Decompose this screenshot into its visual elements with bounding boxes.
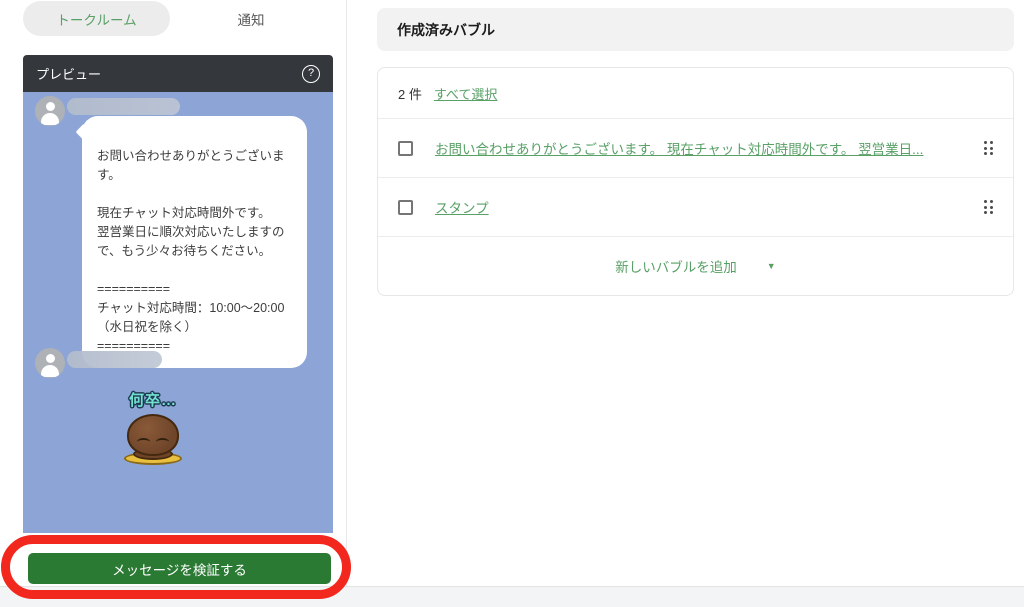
bubble-row: スタンプ <box>378 177 1013 236</box>
tab-notification[interactable]: 通知 <box>190 1 312 36</box>
tab-talk-room[interactable]: トークルーム <box>23 1 170 36</box>
user-icon-body <box>41 113 59 125</box>
bottom-strip <box>0 586 1024 607</box>
created-bubbles-header: 作成済みバブル <box>377 8 1014 51</box>
tab-notification-label: 通知 <box>237 12 265 28</box>
preview-title: プレビュー <box>36 67 102 82</box>
add-bubble-row: 新しいバブルを追加 ▼ <box>378 236 1013 295</box>
preview-header: プレビュー ? <box>23 55 333 92</box>
blurred-account-name <box>67 351 162 368</box>
sticker-character-icon <box>124 414 182 466</box>
drag-handle-icon[interactable] <box>984 141 993 155</box>
sticker-message: 何卒… <box>97 389 209 466</box>
user-icon <box>45 102 55 111</box>
bubble-tail <box>75 123 93 141</box>
bubble-checkbox[interactable] <box>398 199 413 215</box>
sticker-head <box>127 414 179 456</box>
avatar <box>35 348 65 378</box>
chat-preview-area: お問い合わせありがとうございます。 現在チャット対応時間外です。 翌営業日に順次… <box>23 92 333 533</box>
drag-handle-icon[interactable] <box>984 200 993 214</box>
help-icon[interactable]: ? <box>302 64 320 83</box>
bubble-link[interactable]: スタンプ <box>435 197 970 217</box>
blurred-account-name <box>67 98 180 115</box>
add-bubble-button[interactable]: 新しいバブルを追加 <box>615 256 737 276</box>
caret-down-icon[interactable]: ▼ <box>767 261 776 271</box>
sticker-caption: 何卒… <box>128 392 177 409</box>
bubble-checkbox[interactable] <box>398 140 413 156</box>
sticker-eye <box>137 438 150 446</box>
user-icon-body <box>41 365 59 377</box>
select-all-link[interactable]: すべて選択 <box>434 84 498 103</box>
bubble-list-card: 2 件 すべて選択 お問い合わせありがとうございます。 現在チャット対応時間外で… <box>377 67 1014 296</box>
bubble-list-toolbar: 2 件 すべて選択 <box>378 68 1013 118</box>
chat-message-bubble: お問い合わせありがとうございます。 現在チャット対応時間外です。 翌営業日に順次… <box>75 116 307 368</box>
bubble-link[interactable]: お問い合わせありがとうございます。 現在チャット対応時間外です。 翌営業日... <box>435 138 970 158</box>
verify-message-button[interactable]: メッセージを検証する <box>28 553 331 584</box>
panel-divider <box>346 0 347 586</box>
line-oa-manager-screen: トークルーム 通知 プレビュー ? お問い合わせありがとうございます。 現在チャ… <box>0 0 1024 607</box>
sticker-eye <box>156 438 169 446</box>
auto-reply-text: お問い合わせありがとうございます。 現在チャット対応時間外です。 翌営業日に順次… <box>97 149 285 353</box>
created-bubbles-title: 作成済みバブル <box>397 21 495 38</box>
user-icon <box>45 354 55 363</box>
preview-panel: プレビュー ? お問い合わせありがとうございます。 現在チャット対応時間外です。… <box>23 55 333 533</box>
avatar <box>35 96 65 126</box>
tab-talk-room-label: トークルーム <box>56 12 137 28</box>
bubble-count: 2 件 <box>398 86 422 102</box>
bubble-row: お問い合わせありがとうございます。 現在チャット対応時間外です。 翌営業日... <box>378 118 1013 177</box>
